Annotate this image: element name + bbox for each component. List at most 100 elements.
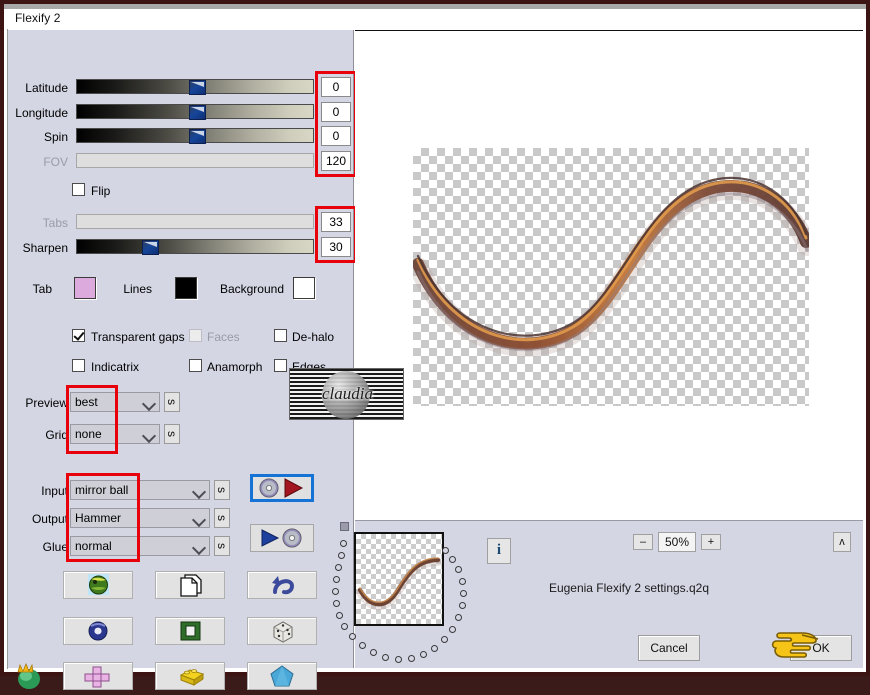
frame-preset-button[interactable] [155,617,225,645]
anamorph-label: Anamorph [207,360,263,374]
tabs-slider [76,214,314,229]
spin-value[interactable]: 0 [321,126,351,146]
spin-slider-thumb[interactable] [189,129,206,144]
grid-s-button[interactable]: s [164,424,180,444]
longitude-value[interactable]: 0 [321,102,351,122]
output-select[interactable]: Hammer [70,508,210,528]
ring-dot [338,552,345,559]
longitude-label: Longitude [15,106,68,120]
ring-dot [431,645,438,652]
blue-torus-icon [88,621,108,641]
fov-value[interactable]: 120 [321,151,351,171]
preview-transparency-checkerboard [413,148,809,406]
sharpen-slider-thumb[interactable] [142,240,159,255]
sharpen-value[interactable]: 30 [321,237,351,257]
grid-label: Grid [45,428,68,442]
cross-preset-button[interactable] [63,662,133,690]
collapse-button[interactable]: ʌ [833,532,851,552]
input-s-button[interactable]: s [214,480,230,500]
preview-s-label: s [165,399,179,405]
ring-dot [455,614,462,621]
ring-dot [370,649,377,656]
pages-preset-button[interactable] [155,571,225,599]
tab-color-swatch[interactable] [74,277,96,299]
latitude-label: Latitude [25,81,68,95]
controls-panel: Latitude 0 Longitude 0 Spin 0 FOV 120 Fl… [8,30,357,690]
save-settings-button[interactable] [250,524,314,552]
ring-dot [459,602,466,609]
latitude-value[interactable]: 0 [321,77,351,97]
flexify-logo-icon [12,660,44,692]
faces-label: Faces [207,330,240,344]
dice-preset-button[interactable] [247,617,317,645]
grid-select-value: none [75,427,102,441]
pages-icon [180,574,202,597]
zoom-in-button[interactable]: + [701,534,721,550]
thumbnail-corner-handle[interactable] [340,522,349,531]
load-settings-button[interactable] [250,474,314,502]
grid-s-label: s [165,431,179,437]
ring-dot [335,564,342,571]
grid-select[interactable]: none [70,424,160,444]
ring-dot [449,556,456,563]
output-select-value: Hammer [75,511,122,525]
de-halo-checkbox[interactable] [274,329,287,342]
tab-color-label: Tab [32,282,52,296]
output-label: Output [31,512,68,526]
claudia-watermark: claudia [289,368,404,420]
preview-s-button[interactable]: s [164,392,180,412]
ring-dot [341,623,348,630]
faces-checkbox [189,329,202,342]
undo-preset-button[interactable] [247,571,317,599]
lines-color-swatch[interactable] [175,277,197,299]
cancel-button[interactable]: Cancel [638,635,700,661]
ring-dot [332,588,339,595]
longitude-slider[interactable] [76,104,314,120]
green-sphere-icon [88,574,109,595]
chevron-down-icon [191,540,207,556]
flip-checkbox[interactable] [72,183,85,196]
sharpen-slider[interactable] [76,239,314,255]
fov-label: FOV [43,155,68,169]
background-color-swatch[interactable] [293,277,315,299]
transparent-gaps-checkbox[interactable] [72,329,85,342]
ring-dot [449,626,456,633]
ring-dot [359,642,366,649]
latitude-slider-thumb[interactable] [189,80,206,95]
torus-preset-button[interactable] [63,617,133,645]
ring-dot [455,566,462,573]
ring-dot [459,578,466,585]
preview-select[interactable]: best [70,392,160,412]
ring-dot [333,576,340,583]
ring-dot [442,547,449,554]
ring-dot [333,600,340,607]
input-select[interactable]: mirror ball [70,480,210,500]
output-s-button[interactable]: s [214,508,230,528]
sphere-preset-button[interactable] [63,571,133,599]
latitude-slider[interactable] [76,79,314,95]
thumbnail-preview[interactable] [354,532,444,626]
flip-label: Flip [91,184,111,198]
spin-slider[interactable] [76,128,314,144]
anamorph-checkbox[interactable] [189,359,202,372]
pentagon-preset-button[interactable] [247,662,317,690]
ring-dot [420,651,427,658]
title-bar: Flexify 2 [7,9,863,29]
ring-dot [460,590,467,597]
indicatrix-label: Indicatrix [91,360,140,374]
sharpen-label: Sharpen [22,241,68,255]
tabs-value[interactable]: 33 [321,212,351,232]
edges-checkbox[interactable] [274,359,287,372]
glue-s-button[interactable]: s [214,536,230,556]
glue-select[interactable]: normal [70,536,210,556]
longitude-slider-thumb[interactable] [189,105,206,120]
output-s-label: s [215,515,229,521]
ring-dot [441,636,448,643]
brick-preset-button[interactable] [155,662,225,690]
de-halo-label: De-halo [292,330,335,344]
thumbnail-panel [318,518,493,676]
zoom-out-button[interactable]: – [633,534,653,550]
fov-slider [76,153,314,168]
indicatrix-checkbox[interactable] [72,359,85,372]
flexify-window: Flexify 2 Latitude 0 Longitude 0 Spin 0 … [0,0,870,690]
